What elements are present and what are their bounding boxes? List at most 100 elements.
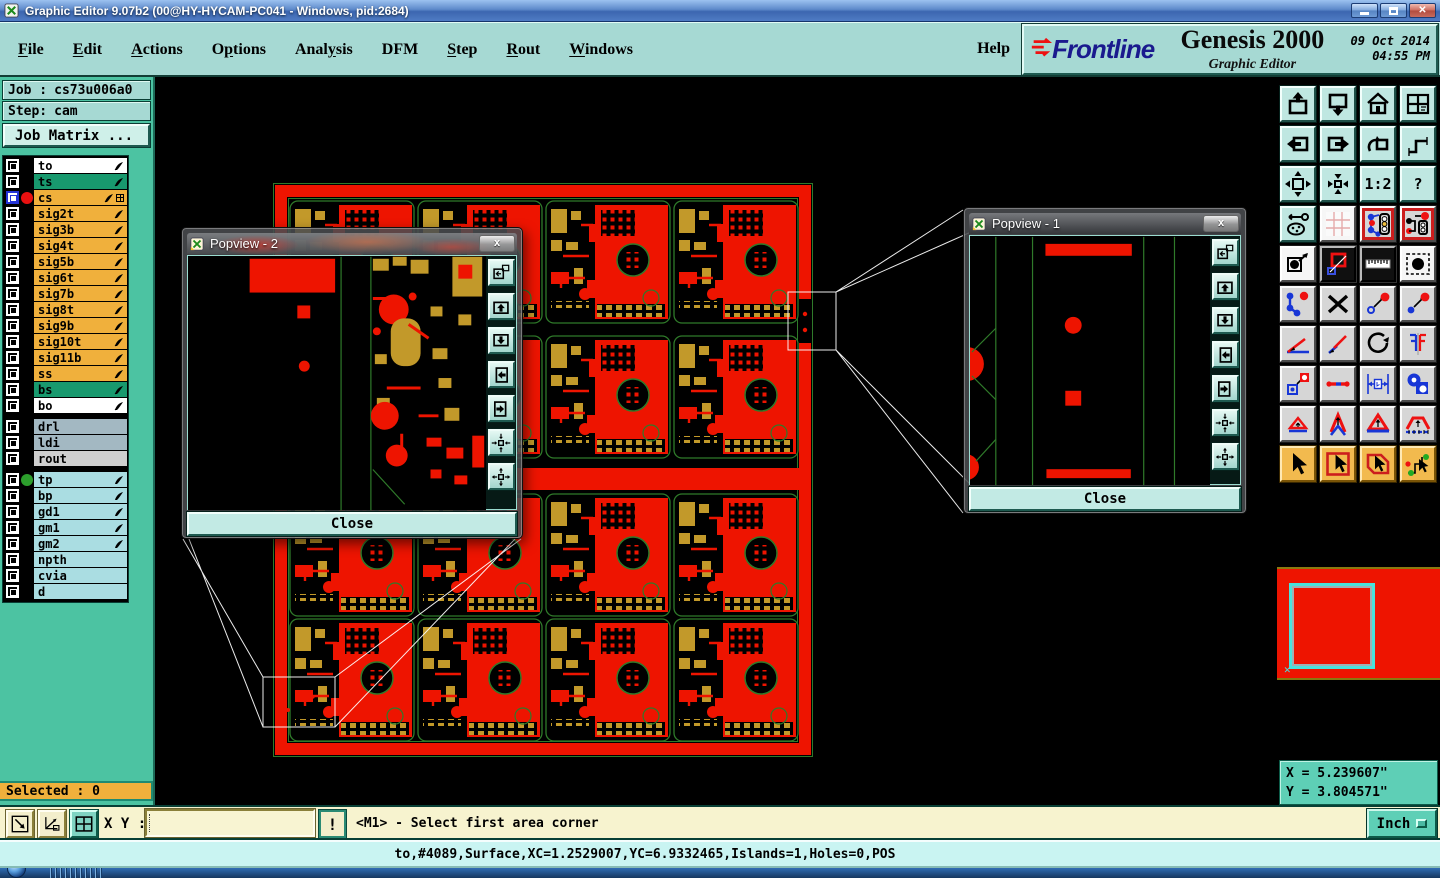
popview-2-window[interactable]: Popview - 2 x Close: [181, 227, 523, 539]
layer-name[interactable]: ss: [34, 366, 127, 381]
alert-button[interactable]: !: [318, 809, 347, 839]
minimize-button[interactable]: [1351, 3, 1378, 18]
layer-checkbox[interactable]: [6, 585, 19, 598]
layer-row[interactable]: sig5b: [3, 254, 127, 269]
help-button[interactable]: ?: [1399, 165, 1437, 203]
taskbar-button[interactable]: [85, 868, 87, 878]
layer-name[interactable]: bo: [34, 398, 127, 413]
previous-view-button[interactable]: [1359, 125, 1397, 163]
layer-name[interactable]: bp: [34, 488, 127, 503]
layer-checkbox[interactable]: [6, 239, 19, 252]
measure-line-button[interactable]: [1319, 325, 1357, 363]
view-down-button[interactable]: [1210, 306, 1240, 335]
layer-row[interactable]: sig6t: [3, 270, 127, 285]
taskbar-button[interactable]: [95, 868, 97, 878]
polygon-select-button[interactable]: [1359, 445, 1397, 483]
pcb-canvas[interactable]: Popview - 2 x Close Popview - 1 x Close: [155, 77, 1277, 805]
layer-checkbox[interactable]: [6, 191, 19, 204]
view-left-button[interactable]: [1210, 340, 1240, 369]
layer-name[interactable]: gm1: [34, 520, 127, 535]
popview-1-close-button[interactable]: Close: [968, 486, 1242, 512]
windows-xy-button[interactable]: [1399, 85, 1437, 123]
layer-row[interactable]: gm1: [3, 520, 127, 535]
layer-row[interactable]: cvia: [3, 568, 127, 583]
layer-name[interactable]: sig9b: [34, 318, 127, 333]
layer-checkbox[interactable]: [6, 223, 19, 236]
popview-2-titlebar[interactable]: Popview - 2 x: [187, 233, 517, 254]
menu-item[interactable]: Edit: [73, 41, 102, 58]
rotate-button[interactable]: [1359, 325, 1397, 363]
layer-checkbox[interactable]: [6, 335, 19, 348]
view-locator-box[interactable]: ✕: [1284, 583, 1375, 676]
popview-2-close-x[interactable]: x: [479, 235, 515, 252]
taskbar-button[interactable]: [65, 868, 67, 878]
windows-taskbar[interactable]: [0, 868, 1440, 878]
layer-name[interactable]: sig8t: [34, 302, 127, 317]
net-chain-button[interactable]: [1279, 285, 1317, 323]
view-up-button[interactable]: [1210, 272, 1240, 301]
layer-row[interactable]: tp: [3, 472, 127, 487]
layer-checkbox[interactable]: [6, 367, 19, 380]
layer-checkbox[interactable]: [6, 319, 19, 332]
layer-checkbox[interactable]: [6, 473, 19, 486]
layer-checkbox[interactable]: [6, 489, 19, 502]
layer-name[interactable]: sig11b: [34, 350, 127, 365]
job-matrix-button[interactable]: Job Matrix ...: [2, 123, 151, 148]
layer-row[interactable]: gm2: [3, 536, 127, 551]
layer-name[interactable]: sig2t: [34, 206, 127, 221]
zoom-out-button[interactable]: [1319, 85, 1357, 123]
layer-name[interactable]: d: [34, 584, 127, 599]
layer-name[interactable]: rout: [34, 451, 127, 466]
layer-row[interactable]: sig4t: [3, 238, 127, 253]
grid-toggle-button[interactable]: [1319, 205, 1357, 243]
layer-checkbox[interactable]: [6, 383, 19, 396]
fit-view-button[interactable]: [1279, 165, 1317, 203]
layer-checkbox[interactable]: [6, 553, 19, 566]
layer-name[interactable]: to: [34, 158, 127, 173]
layer-checkbox[interactable]: [6, 452, 19, 465]
copy-symbol-button[interactable]: [1319, 245, 1357, 283]
move-symbol-button[interactable]: [1279, 245, 1317, 283]
select-symbol-button[interactable]: [1399, 245, 1437, 283]
menu-item[interactable]: File: [18, 41, 44, 58]
layer-name[interactable]: ldi: [34, 435, 127, 450]
layer-checkbox[interactable]: [6, 255, 19, 268]
layer-row[interactable]: sig10t: [3, 334, 127, 349]
setup-tools-button[interactable]: [1279, 205, 1317, 243]
expand-view-button[interactable]: [486, 462, 516, 491]
popout-view-button[interactable]: [486, 258, 516, 287]
arrow-trapezoid-button[interactable]: [1399, 405, 1437, 443]
taskbar-button[interactable]: [50, 868, 52, 878]
stretch-button[interactable]: [1319, 365, 1357, 403]
taskbar-button[interactable]: [70, 868, 72, 878]
layer-row[interactable]: npth: [3, 552, 127, 567]
view-left-button[interactable]: [486, 360, 516, 389]
popview-2-content[interactable]: [188, 256, 487, 511]
maximize-button[interactable]: [1380, 3, 1407, 18]
layer-row[interactable]: ts: [3, 174, 127, 189]
xy-input[interactable]: [144, 808, 316, 838]
menu-item[interactable]: Options: [212, 41, 266, 58]
pan-right-button[interactable]: [1319, 125, 1357, 163]
menu-item[interactable]: DFM: [382, 41, 418, 58]
taskbar-button[interactable]: [80, 868, 82, 878]
layer-name[interactable]: drl: [34, 419, 127, 434]
measure-mode-button[interactable]: [5, 809, 35, 839]
layer-name[interactable]: tp: [34, 472, 127, 487]
angle-mode-button[interactable]: [37, 809, 67, 839]
netlist-cross-button[interactable]: [1399, 205, 1437, 243]
menu-item[interactable]: Analysis: [295, 41, 353, 58]
change-symbol-button[interactable]: [1359, 285, 1397, 323]
layer-row[interactable]: d: [3, 584, 127, 599]
arrow-base-button[interactable]: [1359, 405, 1397, 443]
layer-name[interactable]: sig7b: [34, 286, 127, 301]
shrink-view-button[interactable]: [1210, 408, 1240, 437]
merge-shapes-button[interactable]: [1399, 365, 1437, 403]
arrow-chevron-button[interactable]: [1319, 405, 1357, 443]
layer-checkbox[interactable]: [6, 351, 19, 364]
layer-checkbox[interactable]: [6, 420, 19, 433]
popview-1-close-x[interactable]: x: [1203, 215, 1239, 232]
layer-name[interactable]: sig10t: [34, 334, 127, 349]
layer-name[interactable]: ts: [34, 174, 127, 189]
popview-1-window[interactable]: Popview - 1 x Close: [963, 207, 1247, 514]
